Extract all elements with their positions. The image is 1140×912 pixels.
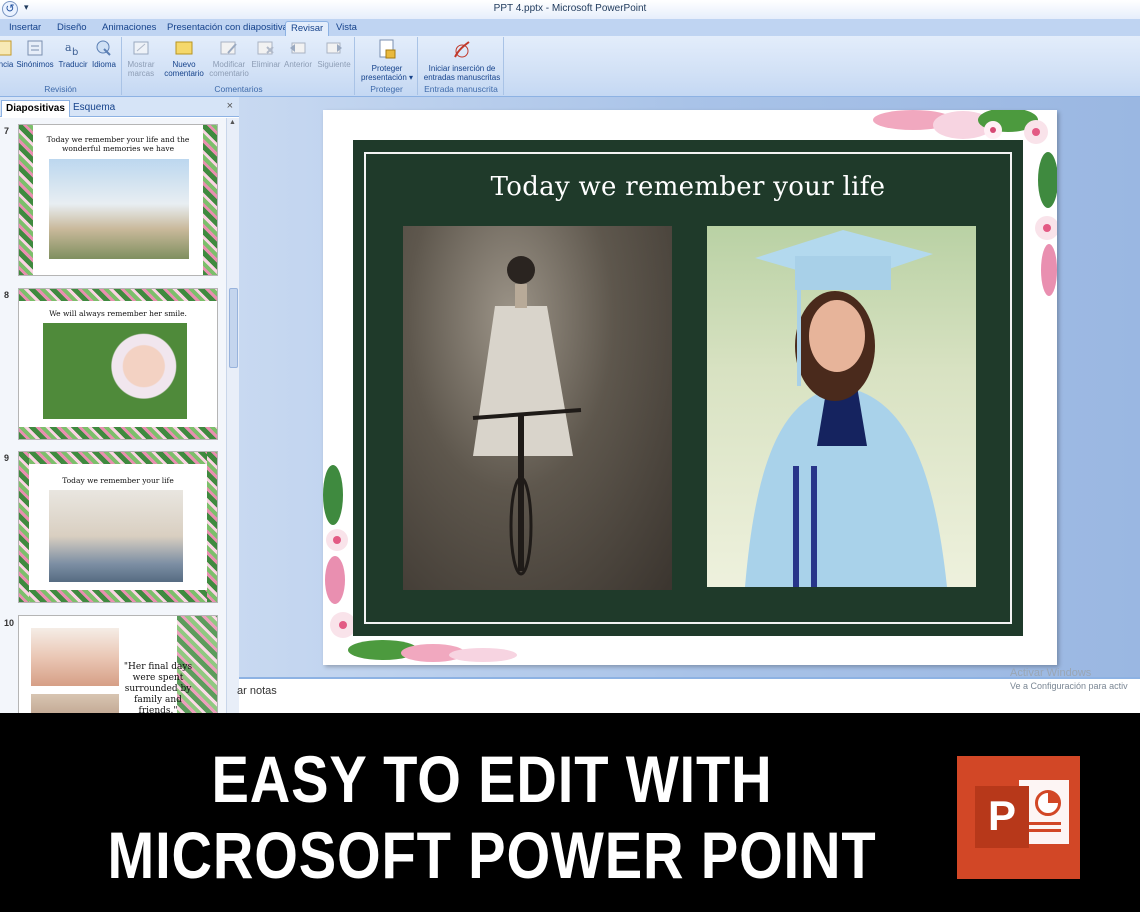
svg-text:b: b (72, 47, 78, 57)
svg-text:a: a (65, 41, 72, 54)
slide-number: 7 (4, 126, 10, 136)
thumbnail-title: We will always remember her smile. (49, 309, 187, 318)
tab-presentacion[interactable]: Presentación con diapositivas (162, 21, 298, 36)
tab-esquema[interactable]: Esquema (69, 100, 119, 117)
translate-icon: ab (64, 39, 82, 58)
group-label-revision: Revisión (44, 84, 77, 94)
floral-border (19, 590, 217, 602)
previous-comment-icon (289, 39, 307, 57)
slide-thumbnail-9[interactable]: Today we remember your life (18, 451, 218, 603)
graduate-photo[interactable] (707, 226, 976, 587)
nuevo-comentario-button[interactable]: Nuevo comentario (161, 39, 207, 78)
ribbon: ncia Sinónimos ab Traducir Idioma Revisi… (0, 36, 1140, 97)
floral-border (19, 427, 217, 439)
slides-panel: Diapositivas Esquema × 7 Today we rememb… (0, 97, 239, 713)
scroll-thumb[interactable] (229, 288, 238, 368)
protect-document-icon (377, 39, 397, 61)
floral-border (19, 452, 217, 464)
powerpoint-logo-icon: P (957, 756, 1080, 879)
siguiente-button[interactable]: Siguiente (315, 39, 353, 69)
tab-insertar[interactable]: Insertar (4, 21, 46, 36)
spelling-button[interactable]: ncia (0, 39, 16, 69)
notes-pane[interactable]: ar notas Activar Windows Ve a Configurac… (237, 667, 1140, 713)
tab-vista[interactable]: Vista (331, 21, 362, 36)
family-photo-2 (31, 694, 119, 713)
banner-headline-2: MICROSOFT POWER POINT (107, 818, 877, 892)
window-title: PPT 4.pptx - Microsoft PowerPoint (493, 3, 647, 14)
tab-diapositivas[interactable]: Diapositivas (1, 100, 70, 117)
slide-number: 10 (4, 618, 15, 628)
ink-pen-icon (452, 39, 472, 61)
logo-letter: P (987, 792, 1016, 839)
edit-comment-icon (220, 39, 238, 57)
thumbnail-title: Today we remember your life and the wond… (46, 135, 190, 153)
banner-headline-1: EASY TO EDIT WITH (211, 742, 773, 816)
logo-pie (1035, 790, 1061, 816)
show-markup-icon (132, 39, 150, 57)
panel-scrollbar[interactable]: ▲ (226, 118, 239, 713)
logo-lines (1027, 822, 1061, 825)
group-entrada-manuscrita: Iniciar inserción de entradas manuscrita… (419, 37, 504, 95)
floral-border (19, 452, 29, 602)
slide-thumbnail-8[interactable]: We will always remember her smile. (18, 288, 218, 440)
graduate-figure (745, 230, 947, 587)
mostrar-marcas-button[interactable]: Mostrar marcas (123, 39, 159, 78)
tab-diseno[interactable]: Diseño (52, 21, 92, 36)
proteger-presentacion-button[interactable]: Proteger presentación ▾ (358, 39, 416, 82)
group-comentarios: Mostrar marcas Nuevo comentario Modifica… (123, 37, 355, 95)
thesaurus-icon (26, 39, 44, 57)
anterior-button[interactable]: Anterior (281, 39, 315, 69)
grandparent-photo (31, 628, 119, 686)
tab-animaciones[interactable]: Animaciones (97, 21, 161, 36)
activate-windows-watermark: Activar Windows (1010, 667, 1092, 679)
slide-number: 9 (4, 453, 10, 463)
ribbon-tabs: Insertar Diseño Animaciones Presentación… (0, 19, 1140, 36)
sinonimos-button[interactable]: Sinónimos (16, 39, 54, 69)
scroll-up-icon[interactable]: ▲ (229, 119, 236, 126)
modificar-comentario-button[interactable]: Modificar comentario (207, 39, 251, 78)
language-icon (95, 39, 113, 57)
new-comment-icon (175, 39, 193, 57)
smile-photo (43, 323, 187, 419)
green-frame: Today we remember your life (353, 140, 1023, 636)
group-label-proteger: Proteger (370, 84, 403, 94)
close-icon[interactable]: × (227, 100, 233, 112)
title-bar: ↺ ▾ PPT 4.pptx - Microsoft PowerPoint (0, 0, 1140, 19)
girl-silhouette (472, 256, 582, 576)
idioma-button[interactable]: Idioma (90, 39, 118, 69)
family-photo (49, 490, 183, 582)
group-revision: ncia Sinónimos ab Traducir Idioma Revisi… (0, 37, 122, 95)
slide-thumbnail-10[interactable]: "Her final days were spent surrounded by… (18, 615, 218, 713)
thumbnail-title: Today we remember your life (62, 476, 174, 485)
floral-border (19, 289, 217, 301)
current-slide[interactable]: Today we remember your life (323, 110, 1057, 665)
thumbnail-list: 7 Today we remember your life and the wo… (0, 118, 226, 713)
wedding-photo (49, 159, 189, 259)
tab-revisar[interactable]: Revisar (285, 21, 330, 36)
slide-title[interactable]: Today we remember your life (353, 172, 1023, 202)
next-comment-icon (325, 39, 343, 57)
notes-placeholder[interactable]: ar notas (237, 685, 277, 697)
slide-thumbnail-7[interactable]: Today we remember your life and the wond… (18, 124, 218, 276)
slide-editor: Today we remember your life (239, 97, 1140, 677)
iniciar-manuscrita-button[interactable]: Iniciar inserción de entradas manuscrita… (421, 39, 503, 82)
group-label-comentarios: Comentarios (214, 84, 263, 94)
delete-comment-icon (257, 39, 275, 57)
spelling-icon (0, 39, 15, 57)
group-label-manuscrita: Entrada manuscrita (424, 84, 498, 94)
eliminar-button[interactable]: Eliminar (251, 39, 281, 69)
panel-tabs: Diapositivas Esquema × (0, 97, 239, 117)
thumbnail-quote: "Her final days were spent surrounded by… (123, 662, 193, 713)
traducir-button[interactable]: ab Traducir (56, 39, 90, 69)
slide-number: 8 (4, 290, 10, 300)
floral-border (207, 452, 217, 602)
vintage-girl-bicycle-photo[interactable] (403, 226, 672, 590)
group-proteger: Proteger presentación ▾ Proteger (356, 37, 418, 95)
promo-banner: EASY TO EDIT WITH MICROSOFT POWER POINT … (0, 713, 1140, 912)
activate-windows-hint: Ve a Configuración para activ (1010, 681, 1128, 691)
